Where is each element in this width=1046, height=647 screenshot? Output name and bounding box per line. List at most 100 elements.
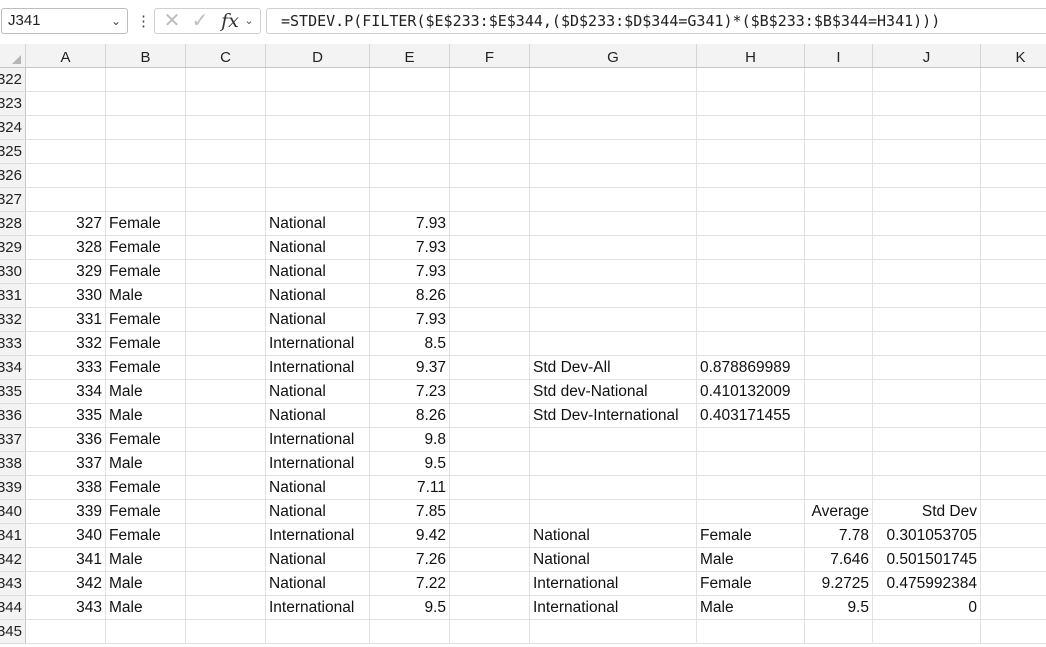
cell-h[interactable] <box>697 236 805 260</box>
cell-j[interactable] <box>873 236 981 260</box>
cell-f[interactable] <box>450 332 530 356</box>
cell-i[interactable]: 7.78 <box>805 524 873 548</box>
cell-h[interactable]: Female <box>697 524 805 548</box>
cell-j[interactable] <box>873 116 981 140</box>
column-header-e[interactable]: E <box>370 44 450 67</box>
cell-c[interactable] <box>186 452 266 476</box>
cell-g[interactable]: International <box>530 596 697 620</box>
cell-g[interactable] <box>530 428 697 452</box>
cell-b[interactable]: Female <box>106 260 186 284</box>
cell-e[interactable] <box>370 68 450 92</box>
cell-f[interactable] <box>450 452 530 476</box>
cell-h[interactable] <box>697 308 805 332</box>
cell-d[interactable]: National <box>266 548 370 572</box>
cell-e[interactable]: 9.5 <box>370 596 450 620</box>
cell-f[interactable] <box>450 620 530 644</box>
cell-k[interactable] <box>981 548 1046 572</box>
cell-e[interactable] <box>370 620 450 644</box>
cell-i[interactable] <box>805 452 873 476</box>
column-header-j[interactable]: J <box>873 44 981 67</box>
cell-b[interactable]: Female <box>106 236 186 260</box>
row-header[interactable]: 329 <box>0 236 26 260</box>
row-header[interactable]: 332 <box>0 308 26 332</box>
cell-a[interactable]: 342 <box>26 572 106 596</box>
row-header[interactable]: 343 <box>0 572 26 596</box>
cell-j[interactable] <box>873 380 981 404</box>
cell-c[interactable] <box>186 212 266 236</box>
cell-e[interactable]: 9.37 <box>370 356 450 380</box>
cell-j[interactable]: 0.301053705 <box>873 524 981 548</box>
cell-c[interactable] <box>186 92 266 116</box>
cell-a[interactable]: 339 <box>26 500 106 524</box>
cell-f[interactable] <box>450 140 530 164</box>
cell-c[interactable] <box>186 428 266 452</box>
cell-c[interactable] <box>186 572 266 596</box>
cell-a[interactable] <box>26 92 106 116</box>
cell-d[interactable] <box>266 164 370 188</box>
cell-b[interactable]: Male <box>106 452 186 476</box>
cell-a[interactable]: 335 <box>26 404 106 428</box>
cell-g[interactable]: International <box>530 572 697 596</box>
cell-e[interactable]: 7.22 <box>370 572 450 596</box>
cell-j[interactable]: 0.501501745 <box>873 548 981 572</box>
enter-icon[interactable]: ✓ <box>188 9 212 33</box>
cell-j[interactable]: 0 <box>873 596 981 620</box>
cell-a[interactable]: 340 <box>26 524 106 548</box>
cell-i[interactable] <box>805 476 873 500</box>
row-header[interactable]: 324 <box>0 116 26 140</box>
cell-k[interactable] <box>981 500 1046 524</box>
cell-d[interactable]: National <box>266 404 370 428</box>
row-header[interactable]: 341 <box>0 524 26 548</box>
cell-j[interactable] <box>873 308 981 332</box>
cell-a[interactable]: 327 <box>26 212 106 236</box>
cell-g[interactable] <box>530 92 697 116</box>
cell-d[interactable]: National <box>266 380 370 404</box>
column-header-b[interactable]: B <box>106 44 186 67</box>
cell-e[interactable]: 7.26 <box>370 548 450 572</box>
column-header-f[interactable]: F <box>450 44 530 67</box>
cell-j[interactable] <box>873 620 981 644</box>
cell-k[interactable] <box>981 260 1046 284</box>
cell-e[interactable] <box>370 140 450 164</box>
cell-k[interactable] <box>981 308 1046 332</box>
cell-i[interactable]: 7.646 <box>805 548 873 572</box>
cell-a[interactable] <box>26 188 106 212</box>
cell-j[interactable] <box>873 452 981 476</box>
cell-h[interactable] <box>697 92 805 116</box>
cell-i[interactable] <box>805 428 873 452</box>
cell-e[interactable]: 7.23 <box>370 380 450 404</box>
cell-c[interactable] <box>186 356 266 380</box>
row-header[interactable]: 330 <box>0 260 26 284</box>
cell-a[interactable]: 337 <box>26 452 106 476</box>
cell-k[interactable] <box>981 572 1046 596</box>
cell-c[interactable] <box>186 308 266 332</box>
column-header-h[interactable]: H <box>697 44 805 67</box>
cell-c[interactable] <box>186 548 266 572</box>
cell-a[interactable]: 333 <box>26 356 106 380</box>
cell-j[interactable] <box>873 92 981 116</box>
cell-f[interactable] <box>450 164 530 188</box>
cell-g[interactable]: Std Dev-All <box>530 356 697 380</box>
cell-h[interactable]: 0.878869989 <box>697 356 805 380</box>
cell-d[interactable]: National <box>266 260 370 284</box>
cell-c[interactable] <box>186 524 266 548</box>
cell-g[interactable] <box>530 452 697 476</box>
row-header[interactable]: 323 <box>0 92 26 116</box>
cell-f[interactable] <box>450 356 530 380</box>
cell-h[interactable] <box>697 260 805 284</box>
cell-a[interactable] <box>26 116 106 140</box>
cell-k[interactable] <box>981 404 1046 428</box>
row-header[interactable]: 326 <box>0 164 26 188</box>
row-header[interactable]: 331 <box>0 284 26 308</box>
cell-i[interactable]: 9.5 <box>805 596 873 620</box>
cell-g[interactable] <box>530 332 697 356</box>
formula-input[interactable]: =STDEV.P(FILTER($E$233:$E$344,($D$233:$D… <box>266 8 1046 34</box>
cell-b[interactable] <box>106 620 186 644</box>
cell-b[interactable]: Male <box>106 596 186 620</box>
cell-g[interactable] <box>530 308 697 332</box>
cell-k[interactable] <box>981 356 1046 380</box>
cell-h[interactable] <box>697 500 805 524</box>
cell-f[interactable] <box>450 428 530 452</box>
cell-d[interactable]: International <box>266 524 370 548</box>
cell-k[interactable] <box>981 596 1046 620</box>
